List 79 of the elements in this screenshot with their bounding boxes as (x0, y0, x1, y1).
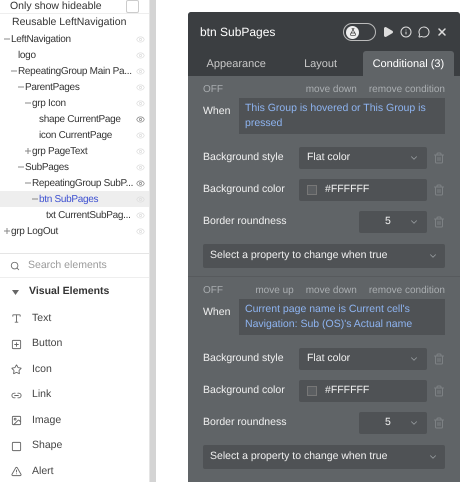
element-item[interactable]: Alert (32, 464, 54, 480)
minus-icon[interactable] (4, 36, 10, 42)
minus-icon[interactable] (11, 68, 17, 74)
trash-icon[interactable] (433, 353, 445, 365)
minus-icon[interactable] (18, 164, 24, 170)
element-item[interactable]: Text (32, 310, 52, 327)
plus-icon[interactable] (25, 148, 31, 154)
section-title[interactable]: Visual Elements (29, 284, 110, 300)
style-dropdown[interactable]: Flat color (299, 348, 427, 370)
minus-icon[interactable] (25, 180, 31, 186)
element-item[interactable]: Link (32, 387, 52, 404)
property-label: Border roundness (203, 415, 288, 430)
comment-icon[interactable] (418, 26, 430, 38)
search-field[interactable]: Search elements (28, 258, 138, 274)
tree-item[interactable]: txt CurrentSubPag... (46, 208, 136, 222)
tree-item[interactable]: grp PageText (32, 144, 136, 158)
tree-item[interactable]: LeftNavigation (11, 32, 136, 46)
property-dropdown[interactable]: Select a property to change when true (203, 244, 445, 268)
trash-icon[interactable] (433, 417, 445, 429)
property-label: Background style (203, 150, 285, 166)
style-dropdown[interactable]: Flat color (299, 147, 427, 169)
element-item[interactable]: Button (32, 336, 62, 352)
icon-element-icon (11, 364, 22, 376)
tab[interactable]: Conditional (3) (362, 51, 454, 77)
when-label: When (203, 305, 232, 320)
search-icon (10, 260, 20, 270)
shape-element-icon (11, 440, 22, 452)
trash-icon[interactable] (433, 184, 445, 196)
tab[interactable]: Appearance (194, 51, 278, 77)
tree-item[interactable]: ParentPages (25, 80, 136, 94)
tree-item[interactable]: grp Icon (32, 96, 136, 110)
condition-expression[interactable]: Current page name is Current cell's Navigation: Sub (OS)'s Actual name (239, 299, 445, 335)
color-field[interactable]: #FFFFFF (299, 380, 427, 402)
condition-expression[interactable]: This Group is hovered or This Group is pressed (239, 98, 445, 134)
plus-icon[interactable] (4, 228, 10, 234)
trash-icon[interactable] (433, 216, 445, 228)
alert-element-icon (11, 466, 22, 478)
eye-icon[interactable] (136, 114, 145, 124)
property-label: Background color (203, 182, 286, 198)
property-label: Border roundness (203, 214, 288, 230)
minus-icon[interactable] (18, 84, 24, 90)
eye-icon[interactable] (136, 178, 145, 188)
element-item[interactable]: Icon (32, 362, 52, 378)
property-label: Background style (203, 351, 285, 366)
text-element-icon (11, 313, 22, 324)
tree-item[interactable]: grp LogOut (11, 224, 136, 238)
trash-icon[interactable] (433, 152, 445, 164)
button-element-icon (11, 338, 22, 350)
tree-item[interactable]: SubPages (25, 160, 136, 174)
preview-toggle[interactable] (343, 23, 376, 41)
tab[interactable]: Layout (278, 51, 363, 77)
roundness-dropdown[interactable]: 5 (359, 412, 427, 434)
play-icon[interactable] (382, 26, 394, 38)
close-icon[interactable] (436, 26, 448, 38)
info-icon[interactable] (400, 26, 412, 38)
minus-icon[interactable] (32, 196, 38, 202)
caret-icon[interactable] (12, 290, 19, 294)
roundness-dropdown[interactable]: 5 (359, 211, 427, 233)
element-item[interactable]: Shape (32, 438, 62, 454)
tree-item[interactable]: RepeatingGroup Main Pa... (18, 64, 136, 78)
tree-item[interactable]: shape CurrentPage (39, 112, 136, 126)
tree-item[interactable]: logo (18, 48, 136, 62)
tree-item[interactable]: icon CurrentPage (39, 128, 136, 142)
image-element-icon (11, 415, 22, 426)
color-swatch[interactable] (307, 185, 317, 195)
flask-icon (348, 28, 356, 36)
property-dropdown[interactable]: Select a property to change when true (203, 445, 445, 469)
reusable-title: Reusable LeftNavigation (12, 15, 126, 30)
filter-label: Only show hideable (10, 0, 102, 14)
tree-item[interactable]: RepeatingGroup SubP... (32, 176, 136, 190)
color-field[interactable]: #FFFFFF (299, 179, 427, 201)
property-label: Background color (203, 383, 286, 398)
minus-icon[interactable] (25, 100, 31, 106)
window-title: btn SubPages (200, 24, 276, 41)
when-label: When (203, 104, 232, 119)
filter-checkbox[interactable] (126, 0, 139, 13)
element-item[interactable]: Image (32, 412, 62, 429)
trash-icon[interactable] (433, 385, 445, 397)
color-swatch[interactable] (307, 386, 317, 396)
